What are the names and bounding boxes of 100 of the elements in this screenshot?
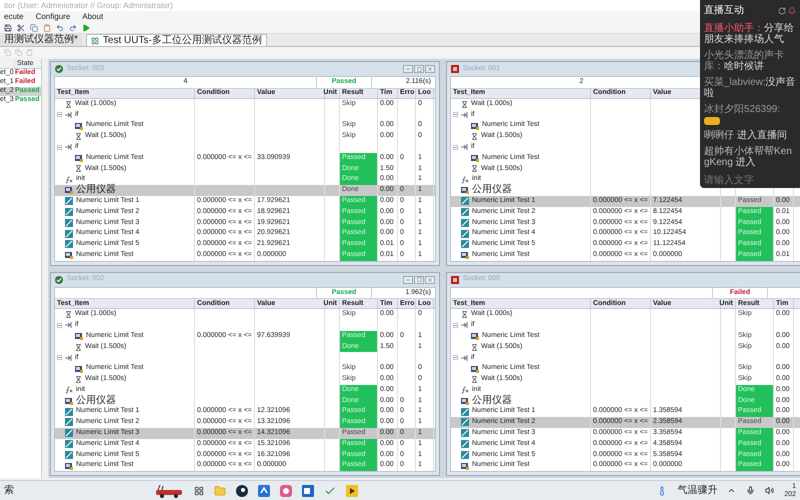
test-step-icon: [461, 218, 469, 227]
step-name: 公用仪器: [76, 396, 116, 406]
step-name: 公用仪器: [472, 185, 512, 196]
branch-icon: [65, 144, 72, 150]
collapse-icon[interactable]: [453, 144, 458, 150]
branch-icon: [461, 322, 468, 328]
test-step-icon: [65, 440, 73, 448]
function-icon: [461, 386, 469, 394]
hourglass-icon: [471, 165, 478, 172]
race-car-icon[interactable]: [154, 484, 184, 498]
step-name: 公用仪器: [472, 396, 512, 406]
play-icon[interactable]: [82, 24, 90, 32]
search-box[interactable]: 索: [4, 483, 144, 498]
scissors-icon[interactable]: [17, 24, 25, 32]
sequence-icon: [90, 36, 99, 44]
test-step-icon: [461, 186, 469, 194]
test-step-icon: [461, 418, 469, 426]
menu-item[interactable]: About: [82, 10, 104, 22]
weather-text[interactable]: 气温骤升: [677, 483, 718, 498]
hourglass-icon: [75, 376, 82, 383]
chat-title: 直播互动: [704, 4, 745, 18]
test-step-icon: [65, 418, 73, 426]
test-step-icon: [461, 208, 469, 216]
test-step-icon: [75, 122, 83, 130]
test-step-icon: [461, 429, 469, 438]
function-icon: [461, 176, 469, 184]
test-step-icon: [461, 240, 469, 248]
collapse-icon[interactable]: [453, 355, 458, 360]
save-icon[interactable]: [4, 24, 12, 32]
window-buttons[interactable]: [403, 65, 435, 73]
paste-icon[interactable]: [43, 24, 51, 32]
test-step-icon: [65, 218, 73, 227]
circle-app-icon[interactable]: [280, 484, 292, 496]
play-app-icon[interactable]: [346, 484, 358, 496]
window-buttons[interactable]: [403, 276, 435, 284]
branch-icon: [461, 354, 468, 361]
bird-app-icon[interactable]: [258, 484, 270, 496]
menu-item[interactable]: ecute: [4, 10, 24, 22]
function-icon: [65, 386, 73, 394]
round-app-icon[interactable]: [236, 484, 248, 496]
chat-message: 买菜_labview:没声音啦: [704, 77, 796, 99]
test-step-icon: [75, 332, 83, 340]
test-step-icon: [65, 462, 73, 470]
test-step-icon: [461, 251, 469, 260]
hourglass-icon: [461, 100, 468, 108]
speaker-icon[interactable]: [765, 486, 774, 495]
chat-message: 直播小助手：分享给朋友来捧捧场人气: [704, 23, 795, 45]
chat-message: 冰封夕阳526399:: [704, 104, 780, 115]
test-step-icon: [65, 450, 73, 459]
hourglass-icon: [65, 311, 72, 318]
task-view-icon[interactable]: [194, 486, 204, 496]
mail-app-icon[interactable]: [302, 484, 314, 496]
window-title: itor (User: Administrator // Group: Administrator): [4, 0, 173, 12]
test-step-icon: [461, 197, 469, 206]
test-step-icon: [461, 230, 469, 238]
branch-icon: [65, 112, 72, 118]
hourglass-icon: [471, 376, 478, 383]
test-step-icon: [471, 154, 479, 162]
test-step-icon: [75, 154, 83, 162]
chat-input[interactable]: 请输入文字: [704, 173, 796, 188]
test-step-icon: [65, 230, 73, 238]
hourglass-icon: [65, 100, 72, 108]
redo-icon[interactable]: [69, 24, 77, 32]
collapse-icon[interactable]: [57, 112, 62, 118]
hourglass-icon: [471, 133, 478, 140]
chat-message: 小光头漂流的声卡库：啥时候讲: [704, 50, 785, 72]
hourglass-icon: [461, 311, 468, 318]
test-step-icon: [471, 122, 479, 130]
document-tab[interactable]: Test UUTs-多工位公用测试仪器范例: [86, 34, 267, 46]
test-step-icon: [461, 462, 469, 470]
document-tab[interactable]: 用测试仪器范例*: [0, 34, 82, 46]
branch-icon: [461, 112, 468, 118]
chat-message: 咧咧仔 进入直播间: [704, 130, 787, 141]
undo-icon[interactable]: [56, 24, 64, 32]
collapse-icon[interactable]: [453, 112, 458, 118]
test-step-icon: [65, 208, 73, 216]
chat-message: 超帅有小体帮帮KengKeng 进入: [704, 146, 793, 168]
test-step-icon: [65, 251, 73, 260]
test-step-icon: [65, 408, 73, 416]
test-step-icon: [461, 440, 469, 448]
test-step-icon: [461, 408, 469, 416]
menu-item[interactable]: Configure: [36, 10, 70, 22]
chevron-up-icon[interactable]: [727, 486, 736, 495]
test-step-icon: [65, 396, 73, 405]
branch-icon: [65, 354, 72, 361]
test-step-icon: [471, 364, 479, 373]
collapse-icon[interactable]: [57, 144, 62, 150]
test-step-icon: [65, 240, 73, 248]
refresh-icon[interactable]: [778, 6, 786, 14]
check-icon[interactable]: [324, 484, 336, 496]
copy-icon[interactable]: [30, 24, 38, 32]
hourglass-icon: [75, 344, 82, 351]
collapse-icon[interactable]: [453, 322, 458, 328]
function-icon: [65, 176, 73, 184]
branch-icon: [461, 144, 468, 150]
collapse-icon[interactable]: [57, 322, 62, 328]
mic-icon[interactable]: [746, 486, 756, 495]
test-step-icon: [461, 450, 469, 459]
collapse-icon[interactable]: [57, 355, 62, 360]
bell-icon[interactable]: [788, 6, 796, 14]
